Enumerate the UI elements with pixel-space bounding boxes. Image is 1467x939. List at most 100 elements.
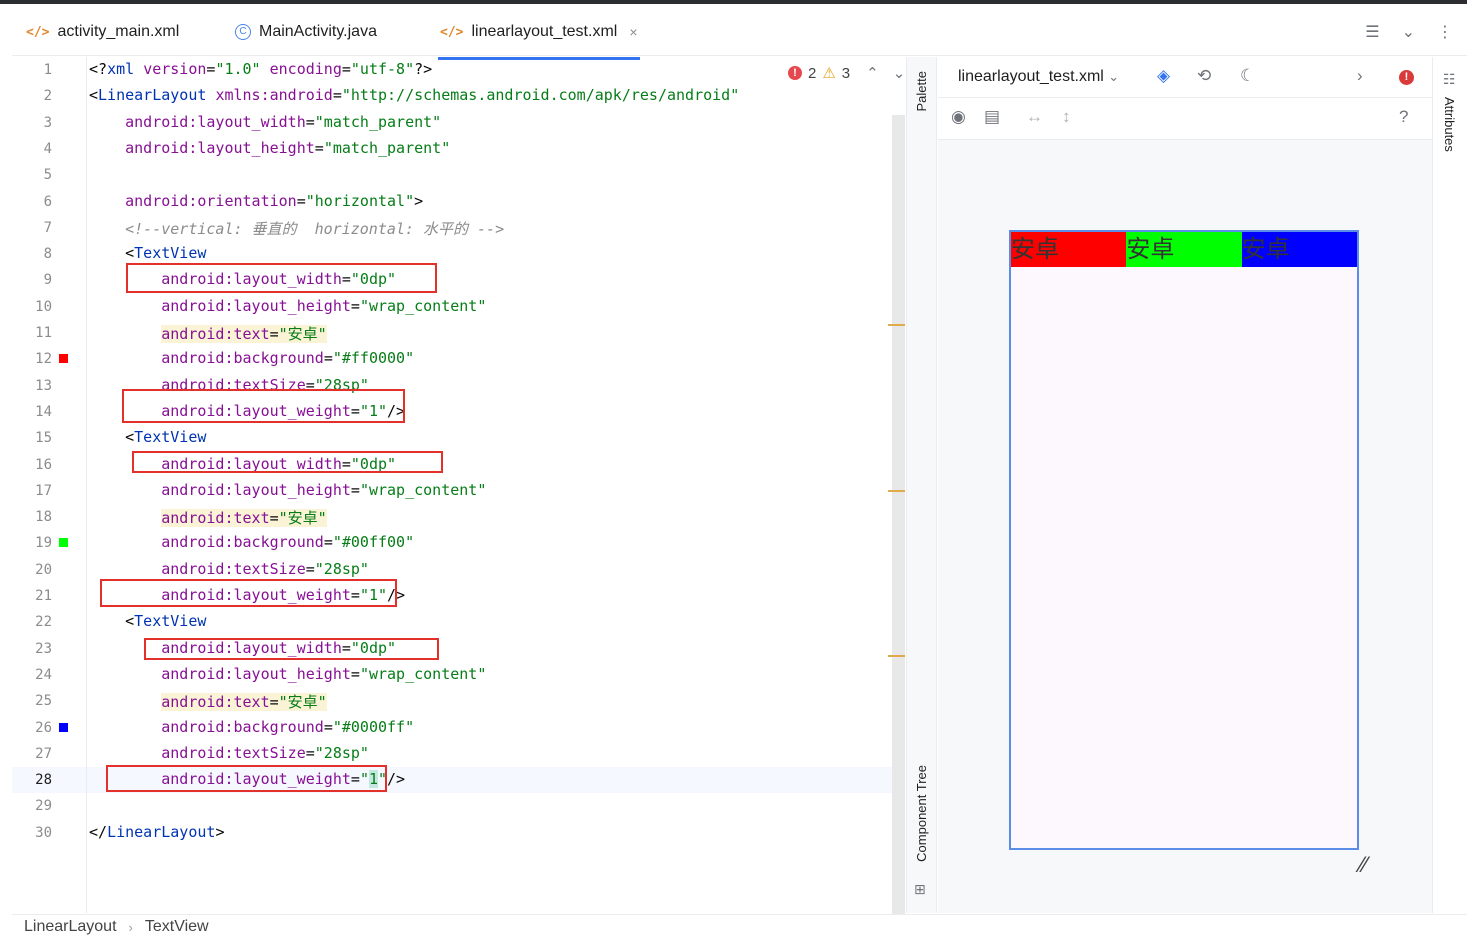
- breadcrumb-item[interactable]: TextView: [145, 918, 209, 936]
- code-text[interactable]: android:orientation="horizontal">: [89, 192, 423, 210]
- code-text[interactable]: android:layout_height="wrap_content": [89, 297, 486, 315]
- code-line[interactable]: 2 <LinearLayout xmlns:android="http://sch…: [12, 83, 905, 109]
- code-text[interactable]: android:layout_height="match_parent": [89, 139, 450, 157]
- line-number[interactable]: 21: [12, 588, 52, 604]
- line-number[interactable]: 13: [12, 378, 52, 394]
- code-text[interactable]: <LinearLayout xmlns:android="http://sche…: [89, 86, 739, 104]
- code-text[interactable]: <TextView: [89, 428, 206, 446]
- warning-marker[interactable]: [888, 324, 905, 326]
- chevron-right-icon[interactable]: ›: [1357, 66, 1363, 86]
- code-line[interactable]: 10 android:layout_height="wrap_content": [12, 294, 905, 320]
- code-text[interactable]: android:text="安卓": [89, 507, 327, 528]
- line-number[interactable]: 5: [12, 167, 52, 183]
- line-number[interactable]: 25: [12, 693, 52, 709]
- code-line[interactable]: 17 android:layout_height="wrap_content": [12, 478, 905, 504]
- preview-textview[interactable]: 安卓: [1011, 232, 1127, 267]
- code-line[interactable]: 18 android:text="安卓": [12, 504, 905, 530]
- attributes-tab[interactable]: Attributes: [1442, 97, 1457, 152]
- attributes-icon[interactable]: ☷: [1443, 71, 1456, 88]
- line-number[interactable]: 1: [12, 62, 52, 78]
- code-line[interactable]: 15 <TextView: [12, 425, 905, 451]
- vertical-resize-icon[interactable]: ↕: [1062, 107, 1071, 127]
- night-mode-icon[interactable]: ☾: [1240, 66, 1255, 86]
- palette-tab[interactable]: Palette: [914, 71, 929, 111]
- preview-file-selector[interactable]: linearlayout_test.xml ⌄: [958, 68, 1119, 86]
- blueprint-icon[interactable]: ▤: [984, 107, 1000, 127]
- line-number[interactable]: 28: [12, 772, 52, 788]
- code-text[interactable]: android:background="#0000ff": [89, 718, 414, 736]
- inspection-status[interactable]: ! 2 ⚠ 3 ⌃⌄: [788, 64, 919, 82]
- help-icon[interactable]: ?: [1399, 107, 1408, 127]
- component-tree-icon[interactable]: ⊞: [914, 881, 926, 898]
- error-icon[interactable]: !: [1399, 70, 1414, 85]
- warning-marker[interactable]: [888, 490, 905, 492]
- code-text[interactable]: android:textSize="28sp": [89, 560, 369, 578]
- code-line[interactable]: 19 android:background="#00ff00": [12, 530, 905, 556]
- line-number[interactable]: 20: [12, 562, 52, 578]
- line-number[interactable]: 12: [12, 351, 52, 367]
- line-number[interactable]: 10: [12, 299, 52, 315]
- line-number[interactable]: 3: [12, 115, 52, 131]
- code-text[interactable]: android:text="安卓": [89, 323, 327, 344]
- line-number[interactable]: 9: [12, 272, 52, 288]
- line-number[interactable]: 23: [12, 641, 52, 657]
- line-number[interactable]: 4: [12, 141, 52, 157]
- code-editor[interactable]: 30 </LinearLayout> 29 28 android:layout_wei…: [12, 57, 905, 915]
- line-number[interactable]: 19: [12, 535, 52, 551]
- component-tree-tab[interactable]: Component Tree: [914, 765, 929, 862]
- line-number[interactable]: 17: [12, 483, 52, 499]
- code-line[interactable]: 6 android:orientation="horizontal">: [12, 189, 905, 215]
- code-line[interactable]: 7 <!--vertical: 垂直的 horizontal: 水平的 -->: [12, 215, 905, 241]
- code-text[interactable]: android:background="#ff0000": [89, 349, 414, 367]
- code-line[interactable]: 27 android:textSize="28sp": [12, 741, 905, 767]
- close-tab-icon[interactable]: ×: [629, 24, 637, 40]
- resize-handle-icon[interactable]: ⁄⁄: [1360, 852, 1367, 878]
- line-number[interactable]: 27: [12, 746, 52, 762]
- line-number[interactable]: 26: [12, 720, 52, 736]
- device-frame[interactable]: 安卓 安卓 安卓: [1009, 230, 1359, 850]
- horizontal-resize-icon[interactable]: ↔: [1026, 107, 1043, 127]
- color-swatch-icon[interactable]: [59, 538, 68, 548]
- line-number[interactable]: 24: [12, 667, 52, 683]
- line-number[interactable]: 15: [12, 430, 52, 446]
- orientation-icon[interactable]: ⟲: [1197, 66, 1211, 86]
- line-number[interactable]: 8: [12, 246, 52, 262]
- code-text[interactable]: android:textSize="28sp": [89, 744, 369, 762]
- color-swatch-icon[interactable]: [59, 722, 68, 732]
- code-text[interactable]: <?xml version="1.0" encoding="utf-8"?>: [89, 60, 432, 78]
- code-text[interactable]: </LinearLayout>: [89, 823, 224, 841]
- breadcrumb-item[interactable]: LinearLayout: [24, 918, 117, 936]
- code-line[interactable]: 22 <TextView: [12, 609, 905, 635]
- editor-scrollbar[interactable]: [892, 115, 905, 915]
- design-surface-icon[interactable]: ◈: [1157, 66, 1170, 86]
- warning-marker[interactable]: [888, 655, 905, 657]
- line-number[interactable]: 22: [12, 614, 52, 630]
- code-line[interactable]: 12 android:background="#ff0000": [12, 346, 905, 372]
- preview-textview[interactable]: 安卓: [1126, 232, 1242, 267]
- eye-icon[interactable]: ◉: [951, 107, 966, 127]
- code-text[interactable]: <TextView: [89, 244, 206, 262]
- color-swatch-icon[interactable]: [59, 354, 68, 364]
- tab-linearlayout-test[interactable]: </> linearlayout_test.xml ×: [438, 16, 640, 60]
- code-line[interactable]: 30 </LinearLayout>: [12, 820, 905, 846]
- line-number[interactable]: 29: [12, 798, 52, 814]
- code-text[interactable]: android:layout_height="wrap_content": [89, 665, 486, 683]
- code-line[interactable]: 29: [12, 793, 905, 819]
- recent-files-icon[interactable]: ☰: [1365, 22, 1379, 42]
- code-line[interactable]: 5: [12, 162, 905, 188]
- code-text[interactable]: android:background="#00ff00": [89, 533, 414, 551]
- code-line[interactable]: 24 android:layout_height="wrap_content": [12, 662, 905, 688]
- tab-main-activity[interactable]: C MainActivity.java: [235, 16, 377, 48]
- tab-activity-main[interactable]: </> activity_main.xml: [26, 16, 179, 48]
- code-text[interactable]: <!--vertical: 垂直的 horizontal: 水平的 -->: [89, 218, 504, 239]
- code-line[interactable]: 25 android:text="安卓": [12, 688, 905, 714]
- code-line[interactable]: 1 <?xml version="1.0" encoding="utf-8"?>: [12, 57, 905, 83]
- code-text[interactable]: android:text="安卓": [89, 691, 327, 712]
- preview-textview[interactable]: 安卓: [1241, 232, 1357, 267]
- line-number[interactable]: 30: [12, 825, 52, 841]
- chevron-down-icon[interactable]: ⌄: [1402, 22, 1415, 42]
- line-number[interactable]: 7: [12, 220, 52, 236]
- code-line[interactable]: 4 android:layout_height="match_parent": [12, 136, 905, 162]
- code-text[interactable]: android:layout_height="wrap_content": [89, 481, 486, 499]
- line-number[interactable]: 11: [12, 325, 52, 341]
